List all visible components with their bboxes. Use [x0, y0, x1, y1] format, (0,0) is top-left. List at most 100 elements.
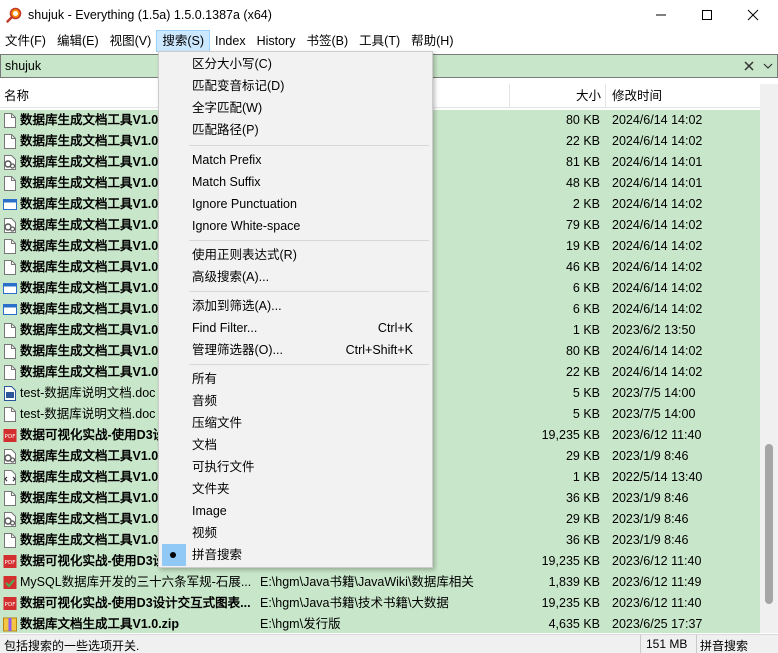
menu-help[interactable]: 帮助(H) — [406, 31, 458, 51]
result-date: 2024/6/14 14:02 — [612, 344, 703, 358]
chevron-down-icon — [763, 63, 773, 69]
menu-advanced-search[interactable]: 高级搜索(A)... — [159, 266, 432, 288]
result-size: 1 KB — [572, 470, 600, 484]
result-date: 2023/6/12 11:40 — [612, 428, 702, 442]
menu-item-label: Ignore White-space — [192, 219, 301, 233]
menu-filter-executable[interactable]: 可执行文件 — [159, 456, 432, 478]
result-date: 2023/7/5 14:00 — [612, 407, 696, 421]
menu-view[interactable]: 视图(V) — [105, 31, 157, 51]
status-separator — [640, 635, 641, 653]
result-size: 4,635 KB — [548, 617, 600, 631]
result-size: 29 KB — [565, 512, 600, 526]
status-size: 151 MB — [646, 637, 688, 651]
minimize-button[interactable] — [638, 0, 684, 30]
menu-add-to-filters[interactable]: 添加到筛选(A)... — [159, 295, 432, 317]
menu-item-label: 拼音搜索 — [192, 548, 243, 562]
menu-item-label: 管理筛选器(O)... — [192, 343, 283, 357]
menu-match-case[interactable]: 区分大小写(C) — [159, 53, 432, 75]
column-size[interactable]: 大小 — [510, 84, 606, 108]
result-size: 36 KB — [565, 533, 600, 547]
menu-separator — [189, 145, 429, 146]
result-row[interactable]: 数据库文档生成工具V1.0.zip E:\hgm\发行版 4,635 KB 2023/… — [0, 614, 760, 633]
menu-edit[interactable]: 编辑(E) — [52, 31, 104, 51]
menu-ignore-whitespace[interactable]: Ignore White-space — [159, 215, 432, 237]
result-date: 2023/1/9 8:46 — [612, 512, 689, 526]
menu-match-diacritics[interactable]: 匹配变音标记(D) — [159, 75, 432, 97]
menu-item-shortcut: Ctrl+Shift+K — [345, 343, 413, 357]
menu-match-suffix[interactable]: Match Suffix — [159, 171, 432, 193]
status-bar: 包括搜索的一些选项开关. 151 MB 拼音搜索 — [0, 634, 778, 653]
menu-item-label: 所有 — [192, 372, 218, 386]
menu-filter-folder[interactable]: 文件夹 — [159, 478, 432, 500]
result-size: 19,235 KB — [541, 428, 600, 442]
menu-file[interactable]: 文件(F) — [0, 31, 51, 51]
result-row[interactable]: MySQL数据库开发的三十六条军规-石展... E:\hgm\Java书籍\Jav… — [0, 572, 760, 593]
search-history-dropdown[interactable] — [758, 55, 777, 77]
result-date: 2023/6/12 11:49 — [612, 575, 702, 589]
menu-ignore-punctuation[interactable]: Ignore Punctuation — [159, 193, 432, 215]
menu-regex[interactable]: 使用正则表达式(R) — [159, 244, 432, 266]
menu-bookmarks[interactable]: 书签(B) — [301, 31, 353, 51]
menu-match-prefix[interactable]: Match Prefix — [159, 149, 432, 171]
menu-search[interactable]: 搜索(S) — [156, 29, 210, 52]
result-date: 2024/6/14 14:02 — [612, 134, 703, 148]
menu-item-label: Match Prefix — [192, 153, 262, 167]
menu-item-label: Ignore Punctuation — [192, 197, 297, 211]
title-bar: shujuk - Everything (1.5a) 1.5.0.1387a (… — [0, 0, 778, 30]
result-date: 2023/7/5 14:00 — [612, 386, 696, 400]
menu-filter-everything[interactable]: 所有 — [159, 368, 432, 390]
result-size: 2 KB — [572, 197, 600, 211]
result-size: 1,839 KB — [548, 575, 600, 589]
result-row[interactable]: PDF 数据可视化实战-使用D3设计交互式图表... E:\hgm\Java书籍\技… — [0, 593, 760, 614]
result-path: E:\hgm\Java书籍\技术书籍\大数据 — [260, 596, 449, 610]
menu-filter-video[interactable]: 视频 — [159, 522, 432, 544]
menu-item-label: Match Suffix — [192, 175, 261, 189]
menu-item-label: 可执行文件 — [192, 460, 255, 474]
status-separator — [696, 635, 697, 653]
result-date: 2024/6/14 14:02 — [612, 365, 703, 379]
menu-pinyin-search[interactable]: 拼音搜索 — [159, 544, 432, 566]
scrollbar-thumb[interactable] — [765, 444, 773, 604]
result-size: 48 KB — [565, 176, 600, 190]
menu-filter-compressed[interactable]: 压缩文件 — [159, 412, 432, 434]
menu-filter-audio[interactable]: 音频 — [159, 390, 432, 412]
result-date: 2024/6/14 14:01 — [612, 155, 703, 169]
result-date: 2023/6/12 11:40 — [612, 554, 702, 568]
clear-search-button[interactable] — [741, 57, 757, 75]
menu-organize-filters[interactable]: 管理筛选器(O)... Ctrl+Shift+K — [159, 339, 432, 361]
menu-filter-image[interactable]: Image — [159, 500, 432, 522]
result-date: 2024/6/14 14:01 — [612, 176, 703, 190]
column-date-modified[interactable]: 修改时间 — [606, 84, 760, 108]
menu-match-whole-word[interactable]: 全字匹配(W) — [159, 97, 432, 119]
result-name: 数据可视化实战-使用D3设计交互式图表... — [20, 596, 251, 610]
menu-item-label: 匹配变音标记(D) — [192, 79, 285, 93]
result-size: 79 KB — [565, 218, 600, 232]
result-date: 2022/5/14 13:40 — [612, 470, 703, 484]
radio-bullet-icon — [170, 552, 176, 558]
result-size: 19,235 KB — [541, 554, 600, 568]
menu-find-filter[interactable]: Find Filter... Ctrl+K — [159, 317, 432, 339]
menu-index[interactable]: Index — [210, 31, 251, 51]
menu-filter-document[interactable]: 文档 — [159, 434, 432, 456]
result-name: MySQL数据库开发的三十六条军规-石展... — [20, 575, 252, 589]
menu-match-path[interactable]: 匹配路径(P) — [159, 119, 432, 141]
result-size: 6 KB — [572, 302, 600, 316]
result-size: 5 KB — [572, 407, 600, 421]
maximize-button[interactable] — [684, 0, 730, 30]
menu-item-label: 全字匹配(W) — [192, 101, 263, 115]
result-size: 6 KB — [572, 281, 600, 295]
vertical-scrollbar[interactable] — [760, 84, 778, 633]
result-date: 2024/6/14 14:02 — [612, 260, 703, 274]
result-size: 19,235 KB — [541, 596, 600, 610]
result-date: 2023/6/2 13:50 — [612, 323, 696, 337]
magnifier-app-icon — [6, 7, 22, 23]
menu-item-label: 高级搜索(A)... — [192, 270, 270, 284]
menu-history[interactable]: History — [252, 31, 301, 51]
result-name: 数据库文档生成工具V1.0.zip — [20, 617, 180, 631]
minimize-icon — [656, 14, 666, 16]
menu-item-label: 匹配路径(P) — [192, 123, 259, 137]
close-button[interactable] — [730, 0, 776, 30]
result-date: 2023/1/9 8:46 — [612, 491, 689, 505]
result-size: 46 KB — [565, 260, 600, 274]
menu-tools[interactable]: 工具(T) — [354, 31, 405, 51]
